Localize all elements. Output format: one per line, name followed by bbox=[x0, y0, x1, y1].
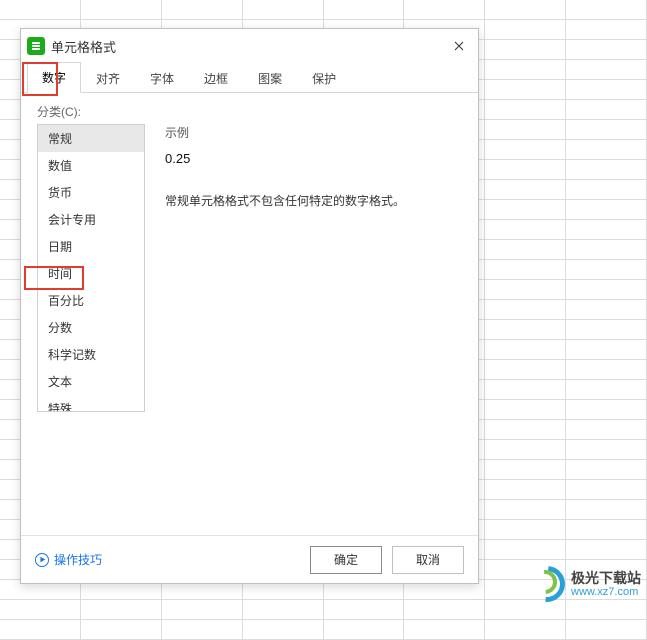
cell-format-dialog: 单元格格式 数字对齐字体边框图案保护 分类(C): 常规数值货币会计专用日期时间… bbox=[20, 28, 479, 584]
tab-0[interactable]: 数字 bbox=[27, 62, 81, 93]
dialog-title: 单元格格式 bbox=[51, 37, 448, 56]
dialog-close-button[interactable] bbox=[448, 35, 470, 57]
tab-3[interactable]: 边框 bbox=[189, 63, 243, 93]
category-item[interactable]: 科学记数 bbox=[38, 341, 144, 368]
close-icon bbox=[453, 40, 465, 52]
tab-5[interactable]: 保护 bbox=[297, 63, 351, 93]
wps-app-icon bbox=[27, 37, 45, 55]
dialog-body: 分类(C): 常规数值货币会计专用日期时间百分比分数科学记数文本特殊自定义 示例… bbox=[21, 93, 478, 535]
category-item[interactable]: 时间 bbox=[38, 260, 144, 287]
cancel-button[interactable]: 取消 bbox=[392, 546, 464, 574]
dialog-footer: 操作技巧 确定 取消 bbox=[21, 535, 478, 583]
tab-1[interactable]: 对齐 bbox=[81, 63, 135, 93]
sample-label: 示例 bbox=[165, 124, 462, 141]
category-label: 分类(C): bbox=[37, 103, 462, 120]
category-item[interactable]: 货币 bbox=[38, 179, 144, 206]
sample-value: 0.25 bbox=[165, 151, 462, 166]
category-item[interactable]: 分数 bbox=[38, 314, 144, 341]
category-item[interactable]: 百分比 bbox=[38, 287, 144, 314]
content-row: 常规数值货币会计专用日期时间百分比分数科学记数文本特殊自定义 示例 0.25 常… bbox=[37, 124, 462, 535]
category-item[interactable]: 会计专用 bbox=[38, 206, 144, 233]
tips-link-label: 操作技巧 bbox=[54, 551, 102, 568]
category-item[interactable]: 日期 bbox=[38, 233, 144, 260]
category-list[interactable]: 常规数值货币会计专用日期时间百分比分数科学记数文本特殊自定义 bbox=[37, 124, 145, 412]
ok-button[interactable]: 确定 bbox=[310, 546, 382, 574]
category-item[interactable]: 常规 bbox=[38, 125, 144, 152]
category-item[interactable]: 数值 bbox=[38, 152, 144, 179]
format-detail-pane: 示例 0.25 常规单元格格式不包含任何特定的数字格式。 bbox=[145, 124, 462, 535]
dialog-tabs: 数字对齐字体边框图案保护 bbox=[21, 63, 478, 93]
play-icon bbox=[35, 553, 49, 567]
tab-2[interactable]: 字体 bbox=[135, 63, 189, 93]
category-item[interactable]: 特殊 bbox=[38, 395, 144, 412]
tips-link[interactable]: 操作技巧 bbox=[35, 551, 102, 568]
format-description: 常规单元格格式不包含任何特定的数字格式。 bbox=[165, 192, 462, 209]
tab-4[interactable]: 图案 bbox=[243, 63, 297, 93]
dialog-titlebar: 单元格格式 bbox=[21, 29, 478, 63]
category-item[interactable]: 文本 bbox=[38, 368, 144, 395]
